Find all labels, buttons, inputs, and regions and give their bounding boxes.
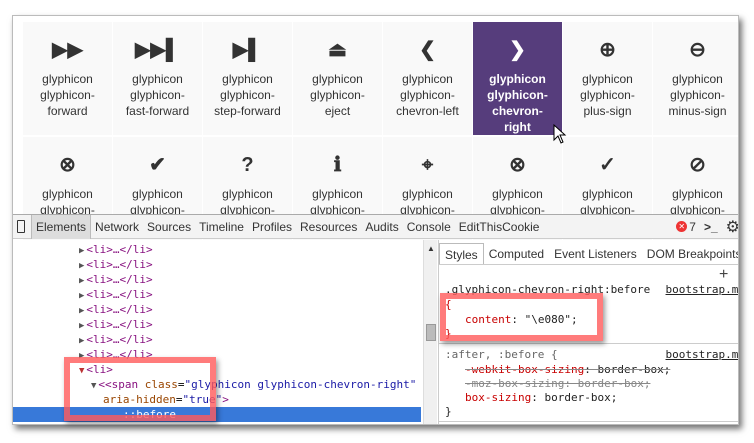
glyph-cell[interactable]: ⊖ glyphicon glyphicon-minus-sign xyxy=(653,22,738,135)
styles-tab-styles[interactable]: Styles xyxy=(439,243,484,264)
chevron-right-icon: ❯ xyxy=(509,39,526,61)
glyph-label: glyphicon glyphicon-eject xyxy=(310,72,365,118)
tree-node-li[interactable]: ▶ <li>…</li> xyxy=(13,272,421,287)
expand-triangle-icon[interactable]: ▶ xyxy=(79,321,84,331)
tree-node-li[interactable]: ▶ <li>…</li> xyxy=(13,287,421,302)
console-drawer-icon[interactable]: >_ xyxy=(704,220,718,234)
glyphicon-grid: ▶▶ glyphicon glyphicon-forward ▶▶▌ glyphicon… xyxy=(23,22,738,250)
scrollbar-thumb[interactable] xyxy=(426,324,436,341)
highlight-box-style xyxy=(440,293,603,341)
tree-node-li[interactable]: ▶ <li>…</li> xyxy=(13,242,421,257)
fast-forward-icon: ▶▶▌ xyxy=(135,39,180,61)
glyph-label: glyphicon glyphicon-plus-sign xyxy=(580,72,635,118)
tab-console[interactable]: Console xyxy=(403,215,455,239)
glyph-label: glyphicon glyphicon-chevron-left xyxy=(396,72,459,118)
highlight-box-element xyxy=(64,357,216,421)
remove-sign-icon: ⊗ xyxy=(59,154,76,176)
mouse-cursor-icon xyxy=(553,124,567,144)
glyph-label: glyphicon glyphicon-fast-forward xyxy=(125,72,190,118)
glyph-cell[interactable]: ❮ glyphicon glyphicon-chevron-left xyxy=(383,22,472,135)
error-count: 7 xyxy=(689,219,696,234)
devtools-toolbar: Elements Network Sources Timeline Profiles Re… xyxy=(13,214,738,239)
info-sign-icon: ℹ xyxy=(333,154,342,176)
declaration-box-sizing[interactable]: box-sizing: border-box; xyxy=(465,390,617,405)
expand-triangle-icon[interactable]: ▶ xyxy=(79,306,84,316)
glyph-cell[interactable]: ❯ glyphicon glyphicon-chevron-right xyxy=(473,22,562,135)
elements-scrollbar[interactable]: ▲ xyxy=(423,240,437,424)
tree-node-li[interactable]: ▶ <li>…</li> xyxy=(13,332,421,347)
glyph-cell[interactable]: ▶▶▌ glyphicon glyphicon-fast-forward xyxy=(113,22,202,135)
remove-circle-icon: ⊗ xyxy=(509,154,526,176)
rule-source-link[interactable]: bootstrap.mi xyxy=(666,347,738,362)
expand-triangle-icon[interactable]: ▶ xyxy=(79,336,84,346)
glyph-label: glyphicon glyphicon-forward xyxy=(40,72,95,118)
tree-node-li[interactable]: ▶ <li>…</li> xyxy=(13,302,421,317)
forward-icon: ▶▶ xyxy=(52,39,83,61)
expand-triangle-icon[interactable]: ▶ xyxy=(79,246,84,256)
scroll-up-arrow-icon[interactable]: ▲ xyxy=(427,244,435,253)
tree-node-li[interactable]: ▶ <li>…</li> xyxy=(13,317,421,332)
glyph-label: glyphicon glyphicon-minus-sign xyxy=(668,72,727,118)
expand-triangle-icon[interactable]: ▶ xyxy=(79,276,84,286)
declaration-webkit-box-sizing[interactable]: -webkit-box-sizing: border-box; xyxy=(465,362,670,377)
styles-tab-computed[interactable]: Computed xyxy=(484,243,549,264)
rule-after-before: :after, :before { bootstrap.mi xyxy=(445,347,738,362)
glyph-cell[interactable]: ⊕ glyphicon glyphicon-plus-sign xyxy=(563,22,652,135)
question-sign-icon: ? xyxy=(241,154,254,176)
error-icon[interactable]: ✕ xyxy=(676,221,688,232)
glyph-cell[interactable]: ▶▶ glyphicon glyphicon-forward xyxy=(23,22,112,135)
rule-close-brace: } xyxy=(445,405,452,418)
tab-profiles[interactable]: Profiles xyxy=(248,215,296,239)
tab-timeline[interactable]: Timeline xyxy=(195,215,248,239)
tab-network[interactable]: Network xyxy=(91,215,143,239)
styles-tab-dom-breakpoints[interactable]: DOM Breakpoints xyxy=(642,243,738,264)
declaration-moz-box-sizing[interactable]: -moz-box-sizing: border-box; xyxy=(465,376,650,391)
tab-editthiscookie[interactable]: EditThisCookie xyxy=(455,215,544,239)
tree-node-li[interactable]: ▶ <li>…</li> xyxy=(13,257,421,272)
glyph-cell[interactable]: ▶▌ glyphicon glyphicon-step-forward xyxy=(203,22,292,135)
rule-source-link[interactable]: bootstrap.mi xyxy=(666,282,738,297)
ok-circle-icon: ✓ xyxy=(599,154,616,176)
tab-audits[interactable]: Audits xyxy=(361,215,402,239)
rule-selector[interactable]: :after, :before { xyxy=(445,348,558,361)
tab-sources[interactable]: Sources xyxy=(143,215,195,239)
step-forward-icon: ▶▌ xyxy=(232,39,263,61)
expand-triangle-icon[interactable]: ▶ xyxy=(79,291,84,301)
glyph-cell[interactable]: ⏏ glyphicon glyphicon-eject xyxy=(293,22,382,135)
plus-sign-icon: ⊕ xyxy=(599,39,616,61)
glyph-label: glyphicon glyphicon-step-forward xyxy=(214,72,281,118)
ban-circle-icon: ⊘ xyxy=(689,154,706,176)
tree-node-span-close[interactable]: </span> xyxy=(13,422,421,424)
glyph-label: glyphicon glyphicon-chevron-right xyxy=(487,72,548,134)
tab-elements[interactable]: Elements xyxy=(31,214,92,239)
eject-icon: ⏏ xyxy=(328,39,347,61)
settings-gear-icon[interactable]: ⚙ xyxy=(726,217,738,237)
tab-resources[interactable]: Resources xyxy=(296,215,361,239)
ok-sign-icon: ✔ xyxy=(149,154,166,176)
chevron-left-icon: ❮ xyxy=(419,39,436,61)
device-mode-icon[interactable] xyxy=(17,220,25,233)
screenshot-icon: ⌖ xyxy=(421,154,434,176)
minus-sign-icon: ⊖ xyxy=(689,39,706,61)
styles-tab-event-listeners[interactable]: Event Listeners xyxy=(549,243,642,264)
expand-triangle-icon[interactable]: ▶ xyxy=(79,261,84,271)
